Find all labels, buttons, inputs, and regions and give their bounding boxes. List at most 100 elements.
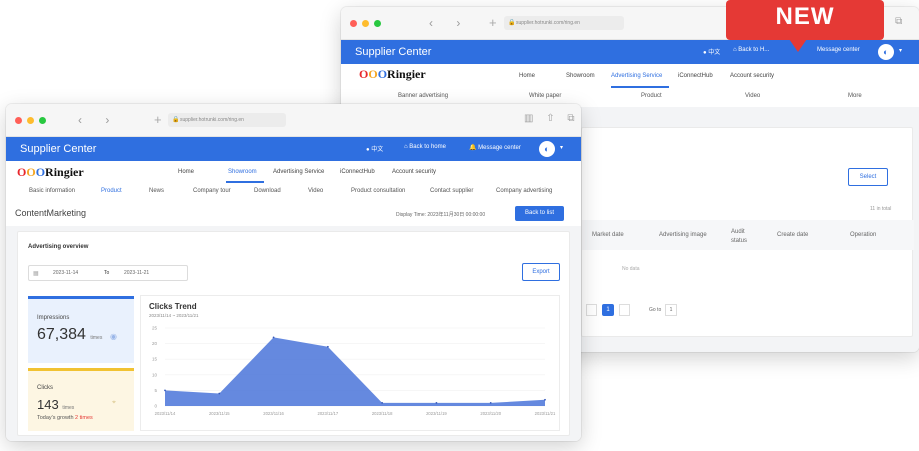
subnav-product[interactable]: Product xyxy=(101,188,122,194)
eye-icon: ◉ xyxy=(110,332,117,341)
impressions-unit: times xyxy=(90,335,103,341)
x-tick-label: 2023/11/18 xyxy=(372,411,393,416)
front-main-nav: Home Showroom Advertising Service iConne… xyxy=(6,169,581,179)
subnav-video[interactable]: Video xyxy=(308,188,323,194)
date-to[interactable]: 2023-11-21 xyxy=(124,270,149,276)
new-tab-icon[interactable]: + xyxy=(154,112,162,127)
chevron-down-icon[interactable]: ▾ xyxy=(899,47,902,54)
data-point[interactable] xyxy=(164,389,166,392)
nav-advertising-service[interactable]: Advertising Service xyxy=(273,169,324,175)
nav-advertising-service[interactable]: Advertising Service xyxy=(611,73,662,79)
message-center-link[interactable]: Message center xyxy=(817,47,860,53)
new-tab-icon[interactable]: + xyxy=(489,15,497,30)
address-bar[interactable]: 🔒 supplier.hotrunki.com/ring.en xyxy=(504,16,624,30)
subnav-product-consultation[interactable]: Product consultation xyxy=(351,188,405,194)
pager-next[interactable] xyxy=(619,304,630,316)
select-button[interactable]: Select xyxy=(848,168,888,186)
data-point[interactable] xyxy=(435,401,438,404)
subnav-banner[interactable]: Banner advertising xyxy=(398,93,448,99)
close-dot[interactable] xyxy=(350,20,357,27)
window-controls[interactable] xyxy=(15,117,46,124)
lock-icon: 🔒 xyxy=(508,20,516,26)
x-tick-label: 2023/11/19 xyxy=(426,411,447,416)
pager-goto-input[interactable]: 1 xyxy=(665,304,677,316)
subnav-white-paper[interactable]: White paper xyxy=(529,93,561,99)
nav-showroom[interactable]: Showroom xyxy=(228,169,257,175)
language-switch[interactable]: ● 中文 xyxy=(703,47,720,56)
clicks-growth: Today's growth 2 times xyxy=(37,415,93,421)
minimize-dot[interactable] xyxy=(362,20,369,27)
maximize-dot[interactable] xyxy=(374,20,381,27)
subnav-download[interactable]: Download xyxy=(254,188,281,194)
back-header-bar: Supplier Center ● 中文 ⌂ Back to H... Mess… xyxy=(341,40,919,64)
nav-iconnecthub[interactable]: iConnectHub xyxy=(678,73,713,79)
clicks-card: Clicks 143 times Today's growth 2 times … xyxy=(28,368,134,431)
back-to-list-button[interactable]: Back to list xyxy=(515,206,564,221)
active-nav-underline xyxy=(611,86,669,88)
close-dot[interactable] xyxy=(15,117,22,124)
nav-iconnecthub[interactable]: iConnectHub xyxy=(340,169,375,175)
subnav-news[interactable]: News xyxy=(149,188,164,194)
window-controls[interactable] xyxy=(350,20,381,27)
data-point[interactable] xyxy=(218,392,221,395)
subnav-company-advertising[interactable]: Company advertising xyxy=(496,188,552,194)
x-tick-label: 2023/11/16 xyxy=(263,411,284,416)
nav-account-security[interactable]: Account security xyxy=(730,73,774,79)
col-advertising-image: Advertising image xyxy=(659,232,707,238)
data-point[interactable] xyxy=(326,345,329,348)
nav-showroom[interactable]: Showroom xyxy=(566,73,595,79)
growth-prefix: Today's growth xyxy=(37,415,74,421)
new-badge-pointer xyxy=(787,36,809,52)
app-title: Supplier Center xyxy=(355,46,432,58)
pager-prev[interactable] xyxy=(586,304,597,316)
x-tick-label: 2023/11/17 xyxy=(318,411,339,416)
chevron-down-icon[interactable]: ▾ xyxy=(560,144,563,151)
nav-arrows-icon[interactable]: ‹ › xyxy=(78,113,119,127)
calendar-icon: ▦ xyxy=(33,271,39,277)
app-title: Supplier Center xyxy=(20,143,97,155)
data-point[interactable] xyxy=(489,401,492,404)
subnav-more[interactable]: More xyxy=(848,93,862,99)
maximize-dot[interactable] xyxy=(39,117,46,124)
pager-current-page[interactable]: 1 xyxy=(602,304,614,316)
subnav-company-tour[interactable]: Company tour xyxy=(193,188,231,194)
back-main-nav: Home Showroom Advertising Service iConne… xyxy=(341,73,919,83)
empty-state: No data xyxy=(622,266,640,272)
back-home-link[interactable]: ⌂ Back to H... xyxy=(733,47,769,53)
clicks-label: Clicks xyxy=(37,385,53,391)
data-point[interactable] xyxy=(381,401,384,404)
minimize-dot[interactable] xyxy=(27,117,34,124)
date-range-picker[interactable]: ▦ 2023-11-14 To 2023-11-21 xyxy=(28,265,188,281)
data-point[interactable] xyxy=(272,336,275,339)
date-from[interactable]: 2023-11-14 xyxy=(53,270,78,276)
address-bar[interactable]: 🔒 supplier.hotrunki.com/ring.en xyxy=(168,113,286,127)
front-browser-window: ‹ › + 🔒 supplier.hotrunki.com/ring.en ▥ … xyxy=(6,104,581,441)
chart-svg: 0 5 10 15 20 25 2023/11/14 2023/11/15 2023/11/16… xyxy=(152,326,556,417)
back-home-link[interactable]: ⌂ Back to home xyxy=(404,144,446,150)
nav-home[interactable]: Home xyxy=(519,73,535,79)
avatar[interactable]: ◐ xyxy=(878,44,894,60)
x-tick-label: 2023/11/21 xyxy=(535,411,556,416)
message-center-link[interactable]: 🔔 Message center xyxy=(469,144,521,151)
subnav-contact-supplier[interactable]: Contact supplier xyxy=(430,188,473,194)
subnav-video[interactable]: Video xyxy=(745,93,760,99)
subnav-product[interactable]: Product xyxy=(641,93,662,99)
avatar[interactable]: ◐ xyxy=(539,141,555,157)
col-operation: Operation xyxy=(850,232,877,238)
lock-icon: 🔒 xyxy=(172,117,180,123)
front-browser-chrome: ‹ › + 🔒 supplier.hotrunki.com/ring.en ▥ … xyxy=(6,104,581,137)
front-header-bar: Supplier Center ● 中文 ⌂ Back to home 🔔 Me… xyxy=(6,137,581,161)
data-point[interactable] xyxy=(544,398,546,401)
language-switch[interactable]: ● 中文 xyxy=(366,144,383,153)
impressions-value: 67,384 xyxy=(37,326,86,343)
nav-account-security[interactable]: Account security xyxy=(392,169,436,175)
display-time: Display Time: 2023年11月30日 00:00:00 xyxy=(396,212,486,218)
nav-arrows-icon[interactable]: ‹ › xyxy=(429,16,470,30)
subnav-basic-info[interactable]: Basic information xyxy=(29,188,75,194)
advertising-overview-panel: Advertising overview ▦ 2023-11-14 To 202… xyxy=(17,231,570,436)
clicks-value: 143 xyxy=(37,397,59,412)
reader-share-icons[interactable]: ▥ ⇧ ⧉ xyxy=(524,113,580,124)
export-button[interactable]: Export xyxy=(522,263,560,281)
y-tick-label: 0 xyxy=(154,404,157,409)
nav-home[interactable]: Home xyxy=(178,169,194,175)
